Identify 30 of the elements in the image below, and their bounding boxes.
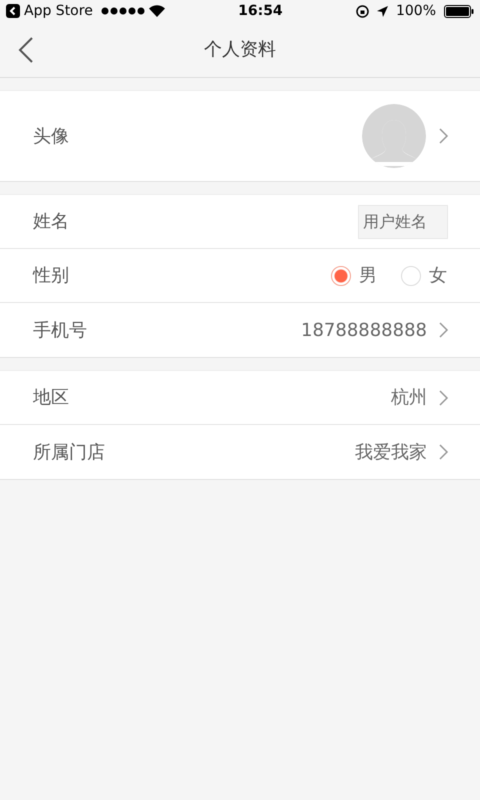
row-label: 姓名 bbox=[33, 210, 69, 234]
settings-row[interactable]: 手机号 18788888888 bbox=[0, 303, 480, 357]
settings-row[interactable]: 所属门店 我爱我家 bbox=[0, 425, 480, 479]
gender-option[interactable]: 女 bbox=[401, 262, 447, 289]
name-input[interactable]: 用户姓名 bbox=[358, 204, 448, 238]
chevron-icon bbox=[439, 322, 449, 338]
location-icon bbox=[376, 6, 388, 16]
row-value: 杭州 bbox=[391, 386, 427, 410]
row-label: 头像 bbox=[33, 124, 69, 148]
row-label: 所属门店 bbox=[33, 440, 105, 464]
chevron-icon bbox=[439, 444, 449, 460]
back-icon bbox=[18, 37, 34, 63]
page-title: 个人资料 bbox=[204, 38, 276, 62]
back-app-icon[interactable] bbox=[6, 4, 20, 18]
gender-option[interactable]: 男 bbox=[331, 262, 377, 289]
row-label: 性别 bbox=[33, 264, 69, 288]
settings-row[interactable]: 地区 杭州 bbox=[0, 371, 480, 425]
time: 16:54 bbox=[238, 2, 283, 20]
row-value: 18788888888 bbox=[301, 318, 427, 342]
chevron-icon bbox=[439, 390, 449, 406]
battery-icon bbox=[444, 4, 474, 18]
back-app-label: App Store bbox=[24, 2, 93, 20]
row-label: 手机号 bbox=[33, 318, 87, 342]
row-label: 地区 bbox=[33, 386, 69, 410]
battery-percent: 100% bbox=[396, 2, 436, 20]
row-value: 我爱我家 bbox=[355, 440, 427, 464]
signal-icon bbox=[100, 7, 145, 15]
rotation-lock-icon bbox=[356, 4, 369, 18]
wifi-icon bbox=[148, 5, 165, 17]
chevron-icon bbox=[439, 128, 449, 144]
